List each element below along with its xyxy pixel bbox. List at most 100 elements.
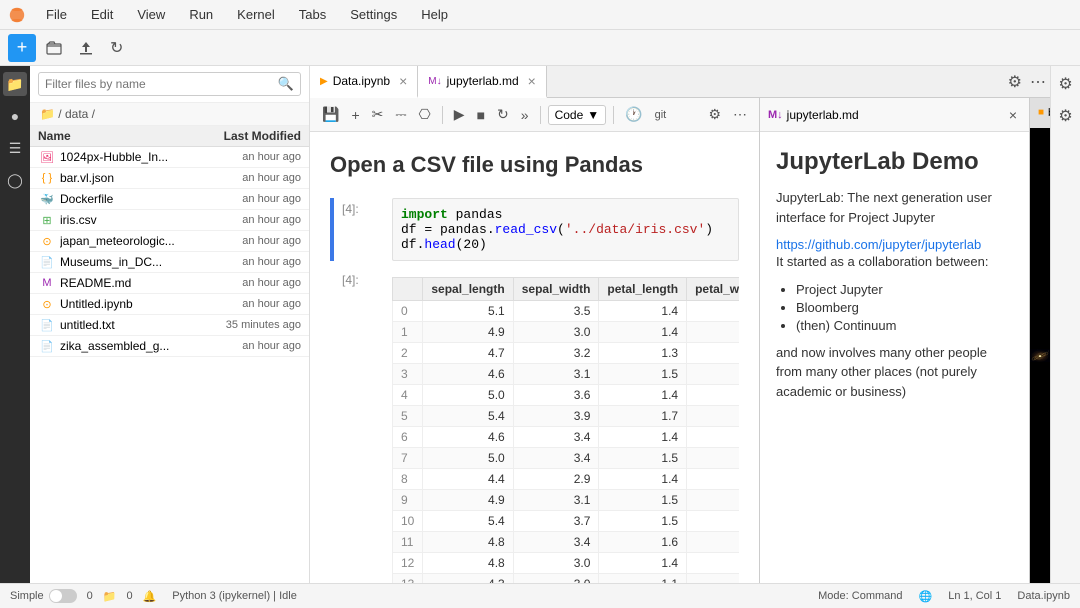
time-icon[interactable]: 🕐 xyxy=(621,104,646,125)
git-button[interactable]: git xyxy=(651,107,671,123)
df-cell: 3.4 xyxy=(513,427,599,448)
new-launcher-button[interactable]: + xyxy=(8,34,36,62)
file-name: untitled.txt xyxy=(60,318,201,332)
df-cell: 9 xyxy=(393,490,423,511)
commands-icon[interactable]: ☰ xyxy=(3,136,27,160)
markdown-tab-close[interactable]: × xyxy=(528,74,536,88)
property-inspector-icon[interactable]: ⚙ xyxy=(1054,104,1078,128)
filter-input-wrap: 🔍 xyxy=(38,72,301,96)
menu-run[interactable]: Run xyxy=(185,5,217,24)
add-cell-button[interactable]: + xyxy=(347,105,363,125)
df-body: 05.13.51.40.2se14.93.01.40.2setosa24.73.… xyxy=(393,301,740,584)
cell-active-indicator xyxy=(330,198,334,261)
file-modified: an hour ago xyxy=(201,214,301,226)
file-row[interactable]: 🐳 Dockerfile an hour ago xyxy=(30,189,309,210)
df-cell: 1.7 xyxy=(599,406,687,427)
file-row[interactable]: 📄 Museums_in_DC... an hour ago xyxy=(30,252,309,273)
cell-type-dropdown[interactable]: Code ▼ xyxy=(548,105,607,125)
df-cell: 4.9 xyxy=(423,490,513,511)
sidebar-path: 📁 / data / xyxy=(30,103,309,126)
more-options-icon[interactable]: ⋯ xyxy=(1026,70,1050,94)
file-rows-container: 🖼 1024px-Hubble_In... an hour ago { } ba… xyxy=(30,147,309,357)
df-row: 94.93.11.50.1setosa xyxy=(393,490,740,511)
markdown-tab-label: jupyterlab.md xyxy=(447,74,519,88)
notebook-tab-close[interactable]: × xyxy=(399,74,407,88)
cell-code-1[interactable]: import pandas df = pandas.read_csv('../d… xyxy=(392,198,739,261)
file-row[interactable]: ⊙ Untitled.ipynb an hour ago xyxy=(30,294,309,315)
df-cell: 8 xyxy=(393,469,423,490)
file-icon: ⊞ xyxy=(38,213,56,227)
df-cell: 3.4 xyxy=(513,448,599,469)
menu-view[interactable]: View xyxy=(133,5,169,24)
file-row[interactable]: 🖼 1024px-Hubble_In... an hour ago xyxy=(30,147,309,168)
filter-section: 🔍 xyxy=(30,66,309,103)
md-link[interactable]: https://github.com/jupyter/jupyterlab xyxy=(776,237,981,252)
paste-button[interactable]: ⎔ xyxy=(415,104,435,125)
save-button[interactable]: 💾 xyxy=(318,104,343,125)
kernel-settings-button[interactable]: ⚙ xyxy=(704,104,725,125)
tab-notebook[interactable]: ▶ Data.ipynb × xyxy=(310,66,418,98)
menu-kernel[interactable]: Kernel xyxy=(233,5,279,24)
cut-button[interactable]: ✂ xyxy=(368,104,388,125)
md-list-item: Project Jupyter xyxy=(796,282,1013,297)
md-toolbar: M↓ jupyterlab.md × xyxy=(760,98,1029,132)
tab-markdown[interactable]: M↓ jupyterlab.md × xyxy=(418,66,547,98)
md-close-button[interactable]: × xyxy=(1005,105,1021,125)
settings-icon[interactable]: ⚙ xyxy=(1004,70,1026,94)
df-cell: 0.2 xyxy=(687,301,739,322)
run-all-button[interactable]: » xyxy=(517,105,533,125)
menu-bar: File Edit View Run Kernel Tabs Settings … xyxy=(0,0,1080,30)
menu-edit[interactable]: Edit xyxy=(87,5,117,24)
status-bar: Simple 0 📁 0 🔔 Python 3 (ipykernel) | Id… xyxy=(0,583,1080,608)
extensions-icon[interactable]: ◯ xyxy=(3,168,27,192)
md-list-item: (then) Continuum xyxy=(796,318,1013,333)
df-cell: 5 xyxy=(393,406,423,427)
file-row[interactable]: 📄 untitled.txt 35 minutes ago xyxy=(30,315,309,336)
run-button[interactable]: ▶ xyxy=(450,104,469,125)
df-cell: 5.4 xyxy=(423,406,513,427)
df-cell: 5.0 xyxy=(423,448,513,469)
more-button[interactable]: ⋯ xyxy=(729,104,751,125)
df-row: 64.63.41.40.3setosa xyxy=(393,427,740,448)
files-icon[interactable]: 📁 xyxy=(3,72,27,96)
tab-bar-vl-json[interactable]: ■ bar.vl.json × xyxy=(1030,98,1050,128)
right-panels: ■ bar.vl.json × ■ 1024px-Hubble_Intera× xyxy=(1030,98,1050,583)
toggle-switch[interactable] xyxy=(49,589,77,603)
file-name: README.md xyxy=(60,276,201,290)
df-cell: 3 xyxy=(393,364,423,385)
markdown-tab-icon: M↓ xyxy=(428,76,441,87)
menu-tabs[interactable]: Tabs xyxy=(295,5,330,24)
filter-input[interactable] xyxy=(45,77,278,91)
md-list: Project JupyterBloomberg(then) Continuum xyxy=(796,282,1013,333)
df-cell: 13 xyxy=(393,574,423,584)
file-row[interactable]: ⊞ iris.csv an hour ago xyxy=(30,210,309,231)
menu-help[interactable]: Help xyxy=(417,5,452,24)
running-icon[interactable]: ● xyxy=(3,104,27,128)
content-area: ▶ Data.ipynb × M↓ jupyterlab.md × ⚙ ⋯ 💾 … xyxy=(310,66,1050,583)
interrupt-button[interactable]: ■ xyxy=(473,105,489,125)
file-row[interactable]: { } bar.vl.json an hour ago xyxy=(30,168,309,189)
file-row[interactable]: 📄 zika_assembled_g... an hour ago xyxy=(30,336,309,357)
menu-settings[interactable]: Settings xyxy=(346,5,401,24)
image-panel xyxy=(1030,128,1050,583)
settings-panel-icon[interactable]: ⚙ xyxy=(1054,72,1078,96)
df-cell: 4.4 xyxy=(423,469,513,490)
file-table-header: Name Last Modified xyxy=(30,126,309,147)
status-zero2: 0 xyxy=(126,590,132,602)
file-name: Museums_in_DC... xyxy=(60,255,201,269)
copy-button[interactable]: ⎓ xyxy=(391,104,410,125)
upload-button[interactable] xyxy=(72,36,100,60)
df-row: 84.42.91.40.2setosa xyxy=(393,469,740,490)
df-cell: 4.6 xyxy=(423,364,513,385)
refresh-button[interactable]: ↻ xyxy=(104,34,129,62)
file-modified: an hour ago xyxy=(201,256,301,268)
main-tab-bar: ▶ Data.ipynb × M↓ jupyterlab.md × ⚙ ⋯ xyxy=(310,66,1050,98)
menu-file[interactable]: File xyxy=(42,5,71,24)
file-row[interactable]: M README.md an hour ago xyxy=(30,273,309,294)
simple-mode-toggle[interactable]: Simple xyxy=(10,589,77,603)
restart-button[interactable]: ↻ xyxy=(493,104,513,125)
df-cell: 3.6 xyxy=(513,385,599,406)
new-folder-button[interactable] xyxy=(40,36,68,60)
file-row[interactable]: ⊙ japan_meteorologic... an hour ago xyxy=(30,231,309,252)
df-row: 134.33.01.10.1setosa xyxy=(393,574,740,584)
